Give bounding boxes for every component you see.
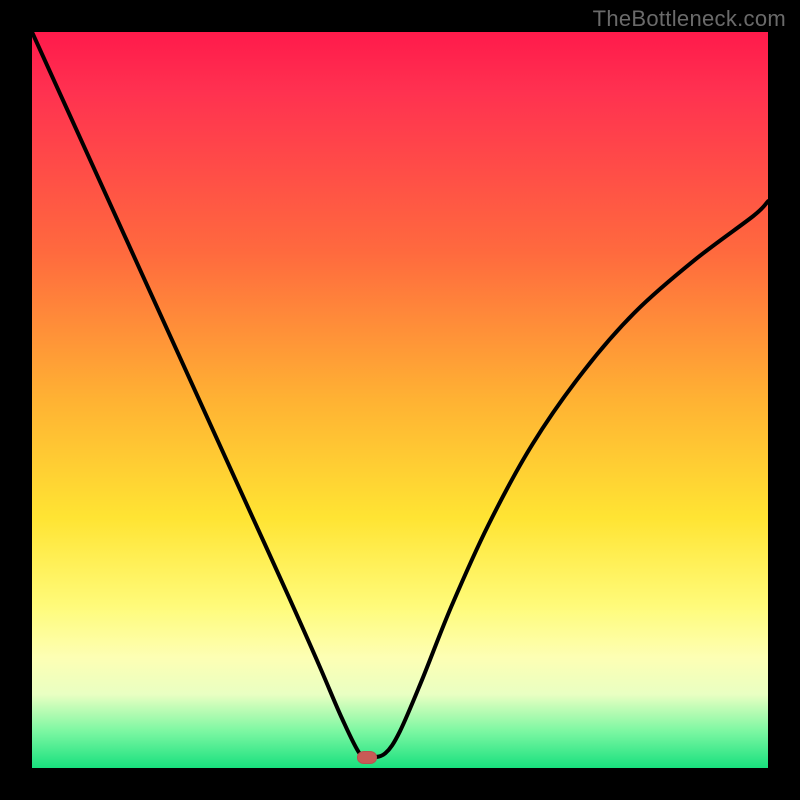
bottleneck-curve bbox=[32, 32, 768, 768]
chart-frame: TheBottleneck.com bbox=[0, 0, 800, 800]
optimal-point-marker bbox=[357, 751, 377, 764]
plot-area bbox=[32, 32, 768, 768]
watermark-text: TheBottleneck.com bbox=[593, 6, 786, 32]
curve-path bbox=[32, 32, 768, 758]
